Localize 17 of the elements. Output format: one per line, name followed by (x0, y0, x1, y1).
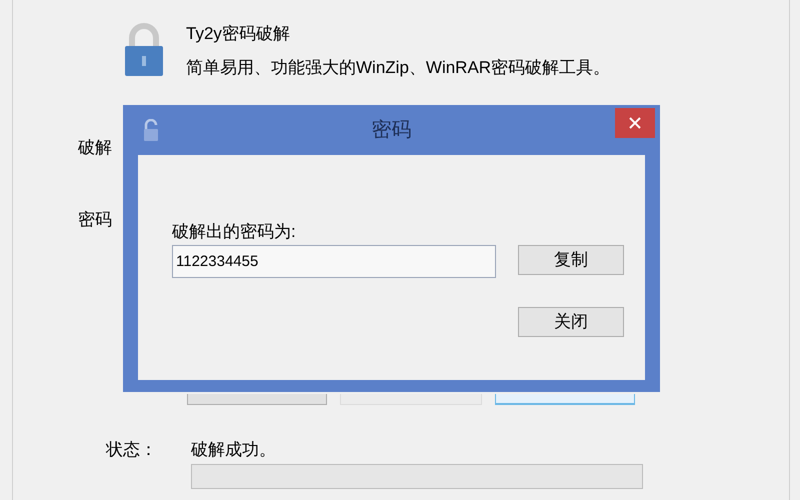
button[interactable] (187, 394, 327, 405)
status-label: 状态： (106, 440, 157, 460)
padlock-icon (143, 119, 159, 141)
padlock-icon (124, 22, 164, 76)
button[interactable] (495, 394, 635, 405)
app-description: 简单易用、功能强大的WinZip、WinRAR密码破解工具。 (186, 58, 610, 78)
close-button[interactable] (615, 108, 655, 138)
dialog-button[interactable]: 关闭 (518, 307, 624, 337)
password-field[interactable]: 1122334455 (172, 245, 496, 278)
dialog-title: 密码 (372, 118, 412, 143)
close-icon (629, 117, 641, 129)
password-label: 破解出的密码为: (172, 222, 297, 242)
dialog-button[interactable]: 复制 (518, 245, 624, 275)
app-title: Ty2y密码破解 (186, 24, 291, 44)
status-text: 破解成功。 (191, 440, 277, 460)
form-label: 破解 (78, 138, 113, 158)
form-label: 密码 (78, 210, 113, 230)
